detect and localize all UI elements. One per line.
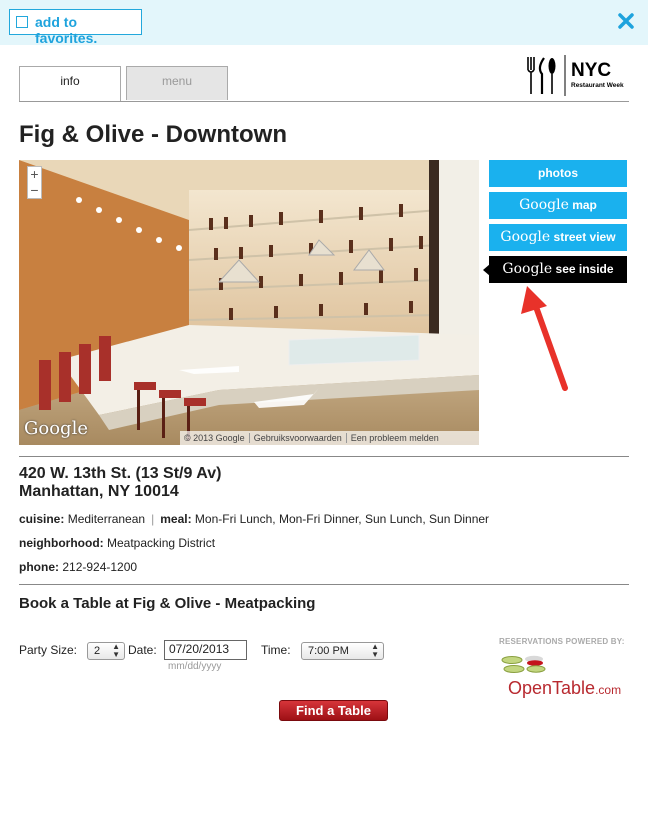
address-line-1: 420 W. 13th St. (13 St/9 Av) [19, 465, 222, 482]
phone-value: 212-924-1200 [62, 560, 138, 574]
meal-value: Mon-Fri Lunch, Mon-Fri Dinner, Sun Lunch… [194, 512, 490, 526]
tab-info[interactable]: info [19, 66, 121, 102]
photos-button[interactable]: photos [489, 160, 627, 187]
nyc-restaurant-week-logo: NYC Restaurant Week [527, 55, 624, 96]
terms-link[interactable]: Gebruiksvoorwaarden [249, 433, 347, 443]
phone-row: phone: 212-924-1200 [19, 560, 137, 574]
party-size-select[interactable]: 2 ▲ ▼ [87, 642, 125, 660]
report-problem-link[interactable]: Een probleem melden [347, 433, 443, 443]
restaurant-name: Fig & Olive - Downtown [19, 121, 287, 148]
opentable-name: OpenTable [508, 678, 596, 698]
map-attribution: © 2013 Google Gebruiksvoorwaarden Een prob… [180, 431, 479, 445]
address-line-2: Manhattan, NY 10014 [19, 483, 179, 500]
select-arrows-icon: ▲ ▼ [112, 642, 120, 659]
cuisine-label: cuisine: [19, 512, 65, 526]
cuisine-meal-row: cuisine: Mediterranean | meal: Mon-Fri Lun… [19, 512, 489, 526]
google-wordmark: Google [502, 261, 553, 277]
checkbox-icon[interactable] [16, 16, 28, 28]
add-to-favorites-label: add to favorites. [35, 14, 98, 46]
date-format-hint: mm/dd/yyyy [168, 661, 222, 672]
separator: | [151, 512, 155, 526]
logo-subtext: Restaurant Week [571, 82, 624, 89]
opentable-wordmark: OpenTable.com [508, 678, 621, 699]
close-icon[interactable] [617, 12, 635, 30]
meal-label: meal: [160, 512, 192, 526]
time-select[interactable]: 7:00 PM ▲ ▼ [301, 642, 384, 660]
map-button-label: map [572, 198, 597, 212]
google-see-inside-button[interactable]: Google see inside [489, 256, 627, 283]
divider [19, 456, 629, 457]
google-wordmark: Google [519, 197, 569, 213]
see-inside-button-label: see inside [555, 262, 614, 276]
street-view-interior-photo[interactable] [19, 160, 479, 445]
logo-text: NYC [571, 60, 611, 81]
tab-menu[interactable]: menu [126, 66, 228, 100]
google-wordmark: Google [500, 229, 551, 245]
neighborhood-value: Meatpacking District [107, 536, 216, 550]
top-bar: add to favorites. [0, 0, 648, 46]
time-label: Time: [261, 643, 291, 657]
red-arrow-annotation-icon [521, 286, 568, 391]
copyright-text: © 2013 Google [180, 433, 250, 443]
cuisine-value: Mediterranean [67, 512, 146, 526]
google-logo: Google [24, 418, 88, 439]
google-street-view-button[interactable]: Google street view [489, 224, 627, 251]
divider [19, 584, 629, 585]
tab-divider [19, 101, 629, 102]
google-map-button[interactable]: Google map [489, 192, 627, 219]
select-arrows-icon: ▲ ▼ [371, 642, 379, 659]
street-view-button-label: street view [553, 230, 616, 244]
neighborhood-label: neighborhood: [19, 536, 104, 550]
date-label: Date: [128, 643, 157, 657]
find-a-table-button[interactable]: Find a Table [279, 700, 388, 721]
date-input[interactable]: 07/20/2013 [164, 640, 247, 660]
photos-button-label: photos [538, 166, 578, 180]
zoom-in-button[interactable]: + [28, 167, 41, 183]
zoom-out-button[interactable]: − [28, 183, 41, 199]
zoom-control: + − [27, 166, 42, 199]
neighborhood-row: neighborhood: Meatpacking District [19, 536, 215, 550]
active-pointer-icon [483, 264, 490, 276]
reservations-powered-by: RESERVATIONS POWERED BY: [499, 637, 625, 646]
add-to-favorites-button[interactable]: add to favorites. [9, 9, 142, 46]
party-size-value: 2 [94, 645, 101, 657]
time-value: 7:00 PM [308, 645, 349, 657]
booking-title: Book a Table at Fig & Olive - Meatpackin… [19, 595, 316, 612]
phone-label: phone: [19, 560, 59, 574]
party-size-label: Party Size: [19, 643, 78, 657]
opentable-suffix: .com [595, 683, 622, 697]
address-block: 420 W. 13th St. (13 St/9 Av) Manhattan, … [19, 465, 221, 501]
